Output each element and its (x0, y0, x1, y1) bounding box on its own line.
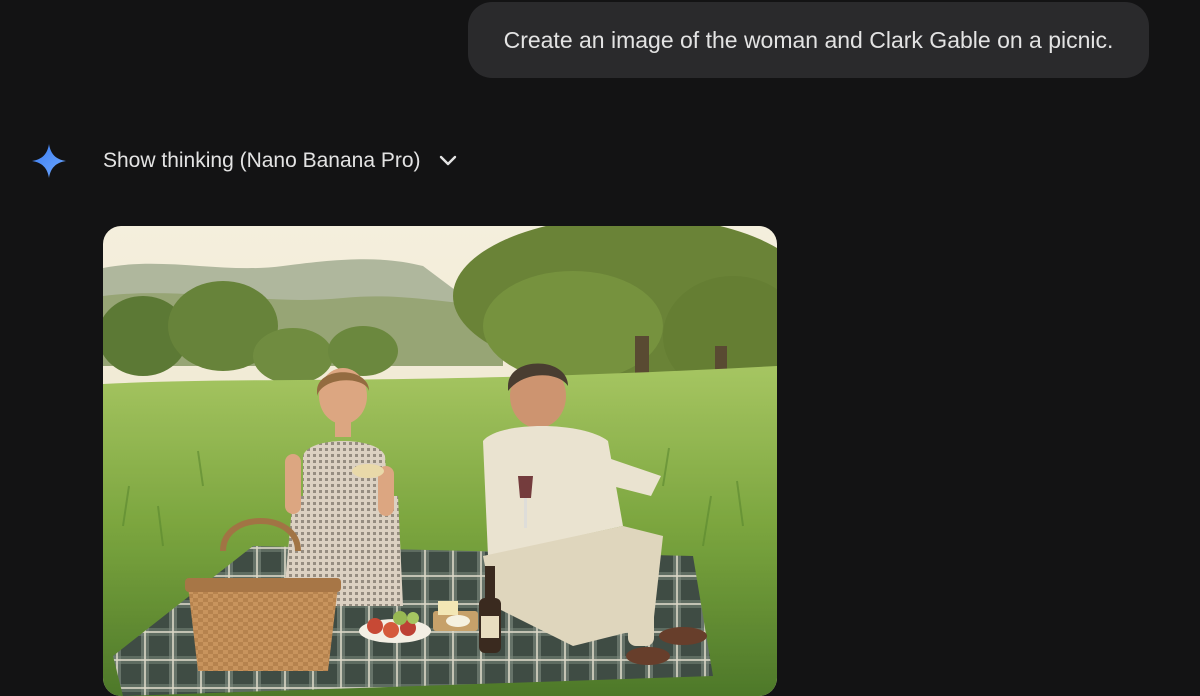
show-thinking-toggle[interactable]: Show thinking (Nano Banana Pro) (103, 143, 459, 179)
user-message-bubble: Create an image of the woman and Clark G… (468, 2, 1149, 78)
generated-image[interactable] (103, 226, 777, 696)
show-thinking-label: Show thinking (Nano Banana Pro) (103, 149, 421, 172)
gemini-spark-icon (32, 144, 66, 178)
picnic-scene-image (103, 226, 777, 696)
user-message-text: Create an image of the woman and Clark G… (503, 26, 1114, 53)
chevron-down-icon[interactable] (437, 150, 459, 172)
